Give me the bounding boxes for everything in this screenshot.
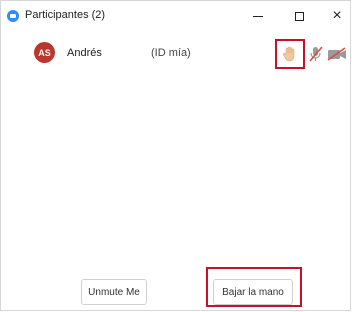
title-bar: Participantes (2) × xyxy=(1,1,350,31)
participant-self-label: (ID mía) xyxy=(151,47,191,59)
participants-window: Participantes (2) × AS Andrés (ID mía) U… xyxy=(0,0,351,311)
minimize-button[interactable] xyxy=(243,5,273,27)
microphone-muted-icon[interactable] xyxy=(309,45,323,63)
lower-hand-button[interactable]: Bajar la mano xyxy=(213,279,293,305)
window-title: Participantes (2) xyxy=(25,9,106,21)
avatar: AS xyxy=(34,42,55,63)
raised-hand-highlight xyxy=(275,39,305,69)
zoom-app-icon xyxy=(7,10,19,22)
maximize-button[interactable] xyxy=(284,5,314,27)
unmute-me-button[interactable]: Unmute Me xyxy=(81,279,147,305)
raised-hand-icon[interactable] xyxy=(281,45,299,63)
participant-row[interactable]: AS Andrés (ID mía) xyxy=(1,37,350,69)
participant-name: Andrés xyxy=(67,47,102,59)
close-button[interactable]: × xyxy=(322,5,352,27)
video-camera-off-icon[interactable] xyxy=(327,47,347,61)
participant-actions-bar: Unmute Me Bajar la mano xyxy=(1,267,350,307)
